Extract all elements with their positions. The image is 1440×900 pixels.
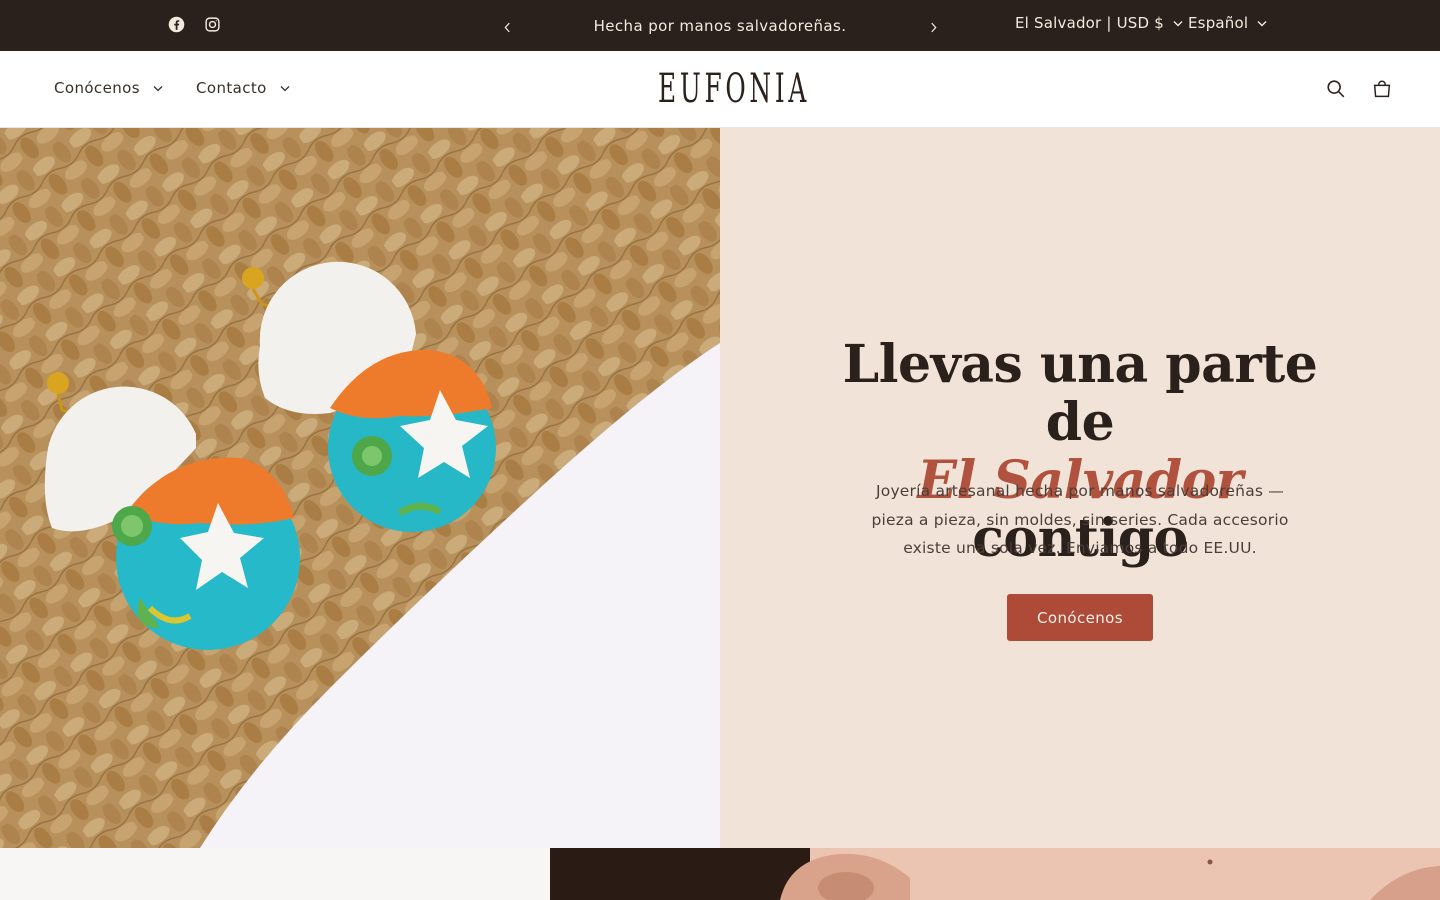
country-currency-label: El Salvador | USD $ <box>1015 14 1164 32</box>
nav-item-contacto[interactable]: Contacto <box>196 79 290 97</box>
site-logo[interactable]: EUFONIA <box>658 66 806 112</box>
cart-icon <box>1373 80 1391 98</box>
chevron-down-icon <box>280 85 290 91</box>
nav-item-conocenos[interactable]: Conócenos <box>54 79 163 97</box>
previous-announcement-button[interactable] <box>499 17 515 37</box>
search-button[interactable] <box>1323 76 1349 102</box>
site-header: Conócenos Contacto EUFONIA <box>0 51 1440 128</box>
language-label: Español <box>1188 14 1249 32</box>
chevron-down-icon <box>153 85 163 91</box>
next-section-image <box>550 848 1440 900</box>
search-icon <box>1327 80 1345 98</box>
instagram-icon[interactable] <box>202 14 222 34</box>
chevron-right-icon <box>930 22 937 32</box>
model-photo <box>550 848 1440 900</box>
headline-line-1: Llevas una parte de <box>842 334 1318 453</box>
earrings-photo <box>0 128 720 848</box>
hero-image <box>0 128 720 848</box>
chevron-down-icon <box>1173 20 1183 26</box>
next-announcement-button[interactable] <box>925 17 941 37</box>
country-currency-selector[interactable]: El Salvador | USD $ <box>1015 14 1183 32</box>
nav-item-label: Conócenos <box>54 79 140 97</box>
announcement-bar: Hecha por manos salvadoreñas. El Salvado… <box>0 0 1440 51</box>
next-section-left <box>0 848 550 900</box>
chevron-left-icon <box>503 22 510 32</box>
announcement-text: Hecha por manos salvadoreñas. <box>593 17 847 35</box>
conocenos-cta-button[interactable]: Conócenos <box>1007 594 1153 641</box>
cart-button[interactable] <box>1369 76 1395 102</box>
chevron-down-icon <box>1257 20 1267 26</box>
facebook-icon[interactable] <box>166 14 186 34</box>
hero-description: Joyería artesanal hecha por manos salvad… <box>871 482 1289 557</box>
hero-text-panel: Llevas una parte de El Salvador contigo … <box>720 128 1440 848</box>
nav-item-label: Contacto <box>196 79 267 97</box>
language-selector[interactable]: Español <box>1188 14 1267 32</box>
